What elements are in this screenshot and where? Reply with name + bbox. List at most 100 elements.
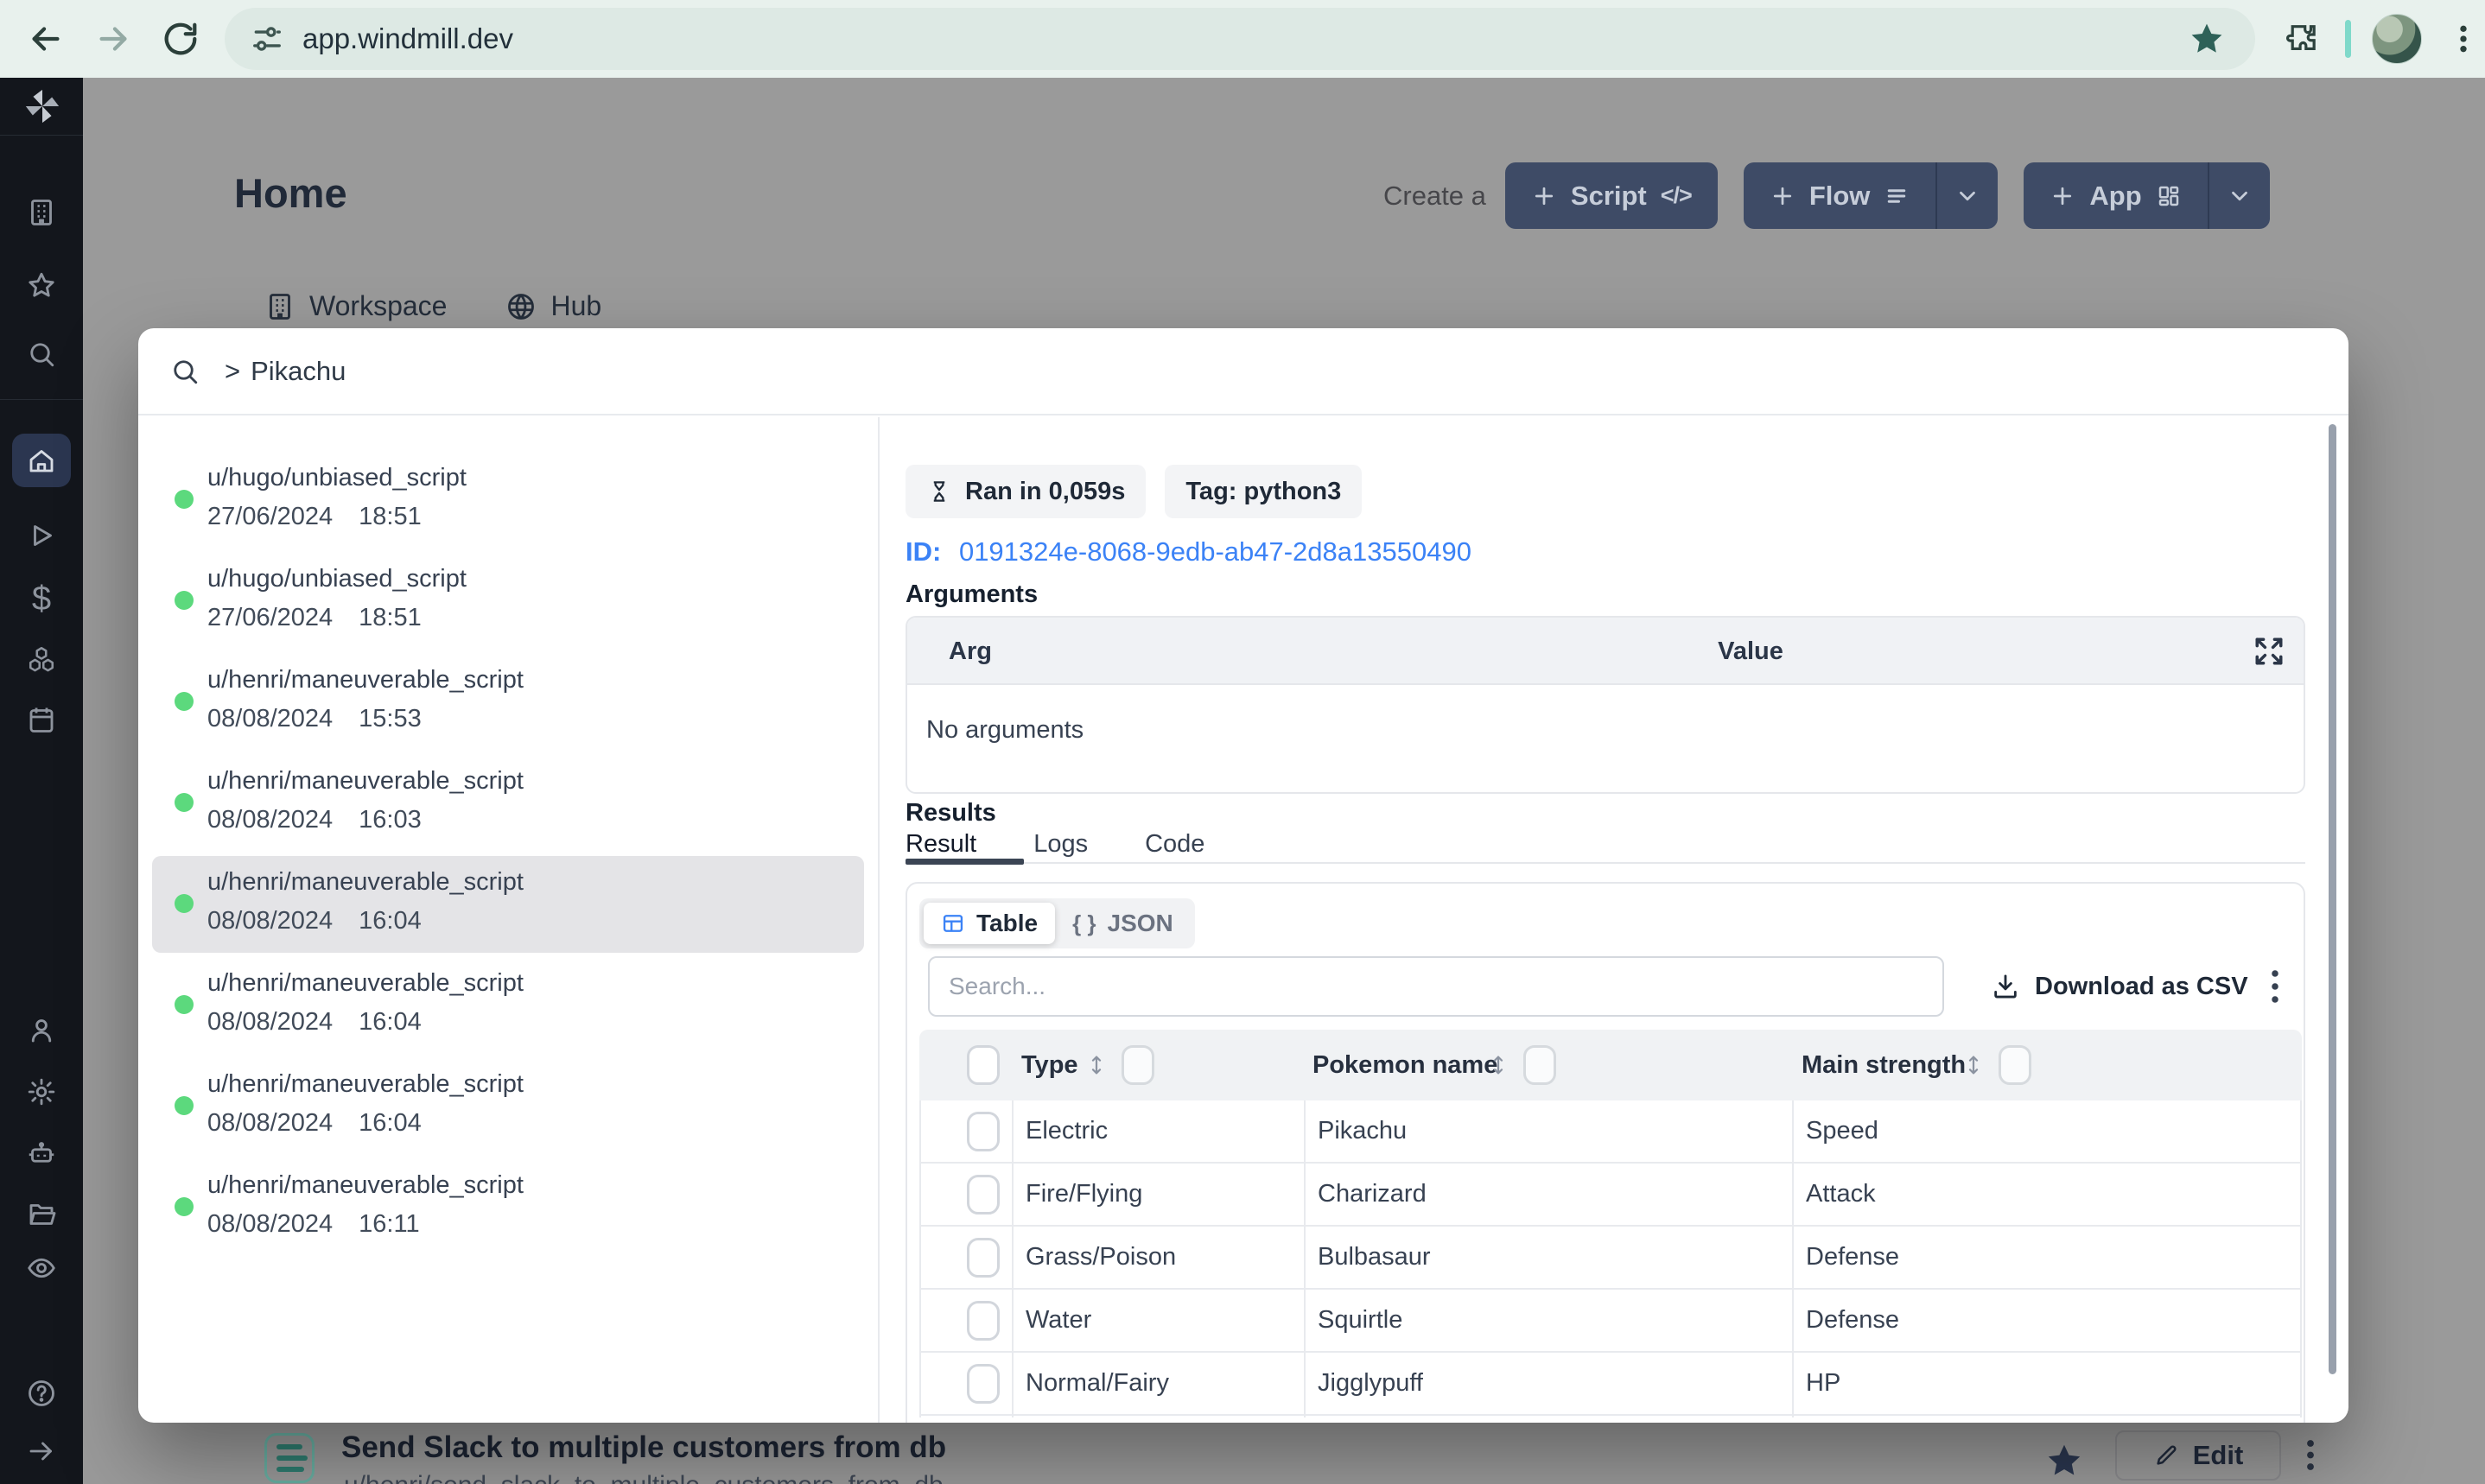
tab-workspace[interactable]: Workspace [264,290,447,322]
run-list-item[interactable]: u/henri/maneuverable_script 08/08/2024 16:… [152,755,864,852]
run-success-dot [175,894,194,913]
tab-hub[interactable]: Hub [505,290,601,322]
flow-item-title[interactable]: Send Slack to multiple customers from db [341,1430,946,1465]
result-table-header: Type Pokemon name Main strength [919,1030,2302,1100]
sidebar-item-schedules-icon[interactable] [26,704,57,735]
create-script-button[interactable]: Script </> [1504,162,1718,229]
create-flow-button[interactable]: Flow [1743,162,1999,229]
tab-logs[interactable]: Logs [1033,830,1088,859]
table-border [1012,1100,1014,1417]
column-filter-checkbox[interactable] [1523,1045,1556,1085]
flow-dropdown-chevron[interactable] [1937,162,1998,229]
run-badges: Ran in 0,059s Tag: python3 [906,465,1363,518]
row-checkbox[interactable] [967,1364,1000,1404]
sidebar-item-search-icon[interactable] [26,339,57,370]
run-id-value[interactable]: 0191324e-8068-9edb-ab47-2d8a13550490 [959,536,1471,567]
run-id-line[interactable]: ID: 0191324e-8068-9edb-ab47-2d8a13550490 [906,536,1471,568]
run-script-path: u/henri/maneuverable_script [207,1070,524,1098]
run-list-item[interactable]: u/hugo/unbiased_script 27/06/2024 18:51 [152,553,864,650]
sidebar-item-settings-icon[interactable] [26,1076,57,1107]
toggle-json-label: JSON [1107,910,1173,936]
sidebar-item-workspace-icon[interactable] [26,197,57,228]
row-checkbox[interactable] [967,1112,1000,1151]
browser-forward-icon[interactable] [93,19,133,59]
toggle-json[interactable]: { } JSON [1055,903,1191,944]
sidebar-item-workers-icon[interactable] [26,1138,57,1170]
result-table-row[interactable]: Water Squirtle Defense [919,1290,2302,1353]
row-checkbox[interactable] [967,1175,1000,1214]
sidebar-item-audit-logs-icon[interactable] [26,1253,57,1284]
url-text[interactable]: app.windmill.dev [302,22,513,55]
column-filter-checkbox[interactable] [1999,1045,2031,1085]
row-checkbox[interactable] [967,1301,1000,1341]
run-list-item[interactable]: u/henri/maneuverable_script 08/08/2024 15:… [152,654,864,751]
sidebar-item-variables-icon[interactable]: $ [26,581,57,616]
run-time: 18:51 [359,604,422,631]
sidebar-collapse-icon[interactable] [26,1436,57,1467]
table-options-icon[interactable] [2262,965,2288,1008]
flow-icon [1888,188,1906,203]
run-list-item[interactable]: u/henri/maneuverable_script 08/08/2024 16:… [152,1058,864,1155]
result-tabs: Result Logs Code [906,830,1204,859]
create-app-button[interactable]: App [2024,162,2270,229]
expand-icon[interactable] [2250,632,2288,670]
windmill-logo-icon[interactable] [22,86,62,126]
column-header-type[interactable]: Type [1021,1051,1078,1080]
select-all-checkbox[interactable] [967,1045,1000,1085]
edit-button[interactable]: Edit [2115,1430,2281,1481]
sidebar-item-users-icon[interactable] [26,1015,57,1046]
download-csv-label: Download as CSV [2035,972,2248,1000]
result-table-row[interactable]: Electric Pikachu Speed [919,1100,2302,1164]
braces-icon: { } [1072,910,1096,936]
query-mode-prefix: > [225,355,241,386]
run-list-item[interactable]: u/henri/maneuverable_script 08/08/2024 16:… [152,856,864,953]
sidebar-separator [0,399,83,400]
profile-avatar[interactable] [2372,14,2422,64]
tab-result[interactable]: Result [906,830,976,859]
table-border [2300,1100,2302,1417]
sort-icon[interactable] [1961,1052,1986,1078]
browser-back-icon[interactable] [26,19,66,59]
table-border [919,1100,921,1417]
run-list-item[interactable]: u/henri/maneuverable_script 08/08/2024 16:… [152,957,864,1054]
sort-icon[interactable] [1485,1052,1511,1078]
query-text[interactable]: Pikachu [251,356,346,387]
bookmark-star-icon[interactable] [2188,20,2226,58]
sidebar-item-runs-icon[interactable] [26,520,57,551]
run-time: 16:03 [359,806,422,834]
column-header-main-strength[interactable]: Main strength [1802,1051,1966,1080]
sidebar-item-resources-icon[interactable] [26,644,57,675]
run-list-item[interactable]: u/hugo/unbiased_script 27/06/2024 18:51 [152,452,864,549]
row-checkbox[interactable] [967,1238,1000,1278]
result-search-input[interactable] [928,956,1944,1017]
sidebar-item-folders-icon[interactable] [26,1199,57,1230]
run-date: 08/08/2024 16:04 [207,907,422,935]
column-header-pokemon-name[interactable]: Pokemon name [1312,1051,1497,1080]
sort-icon[interactable] [1084,1052,1109,1078]
column-filter-checkbox[interactable] [1122,1045,1154,1085]
browser-reload-icon[interactable] [161,19,200,59]
detail-scrollbar[interactable] [2329,424,2336,1374]
result-table-row[interactable]: Fire/Flying Charizard Attack [919,1164,2302,1227]
favorite-star-icon[interactable] [2044,1441,2084,1481]
palette-search-bar[interactable]: > Pikachu [138,328,2348,415]
sidebar-item-favorites-icon[interactable] [26,270,57,301]
url-bar[interactable]: app.windmill.dev [225,8,2255,70]
run-detail-panel: Ran in 0,059s Tag: python3 ID: 0191324e-… [880,417,2348,1423]
sidebar-item-help-icon[interactable] [26,1378,57,1409]
browser-menu-icon[interactable] [2446,22,2481,56]
extensions-icon[interactable] [2285,21,2321,57]
sidebar-item-home[interactable] [12,434,71,487]
tag-badge: Tag: python3 [1165,465,1363,518]
flow-item-menu-icon[interactable] [2295,1436,2326,1475]
download-csv-button[interactable]: Download as CSV [1991,956,2248,1017]
result-table-row[interactable]: Grass/Poison Bulbasaur Defense [919,1227,2302,1290]
toggle-table[interactable]: Table [924,903,1056,944]
run-list-item[interactable]: u/henri/maneuverable_script 08/08/2024 16:… [152,1159,864,1256]
page-title: Home [234,170,347,216]
app-sidebar: $ [0,78,83,1484]
site-settings-icon[interactable] [251,22,283,55]
tab-code[interactable]: Code [1145,830,1204,859]
app-dropdown-chevron[interactable] [2209,162,2270,229]
result-table-row[interactable]: Normal/Fairy Jigglypuff HP [919,1353,2302,1416]
